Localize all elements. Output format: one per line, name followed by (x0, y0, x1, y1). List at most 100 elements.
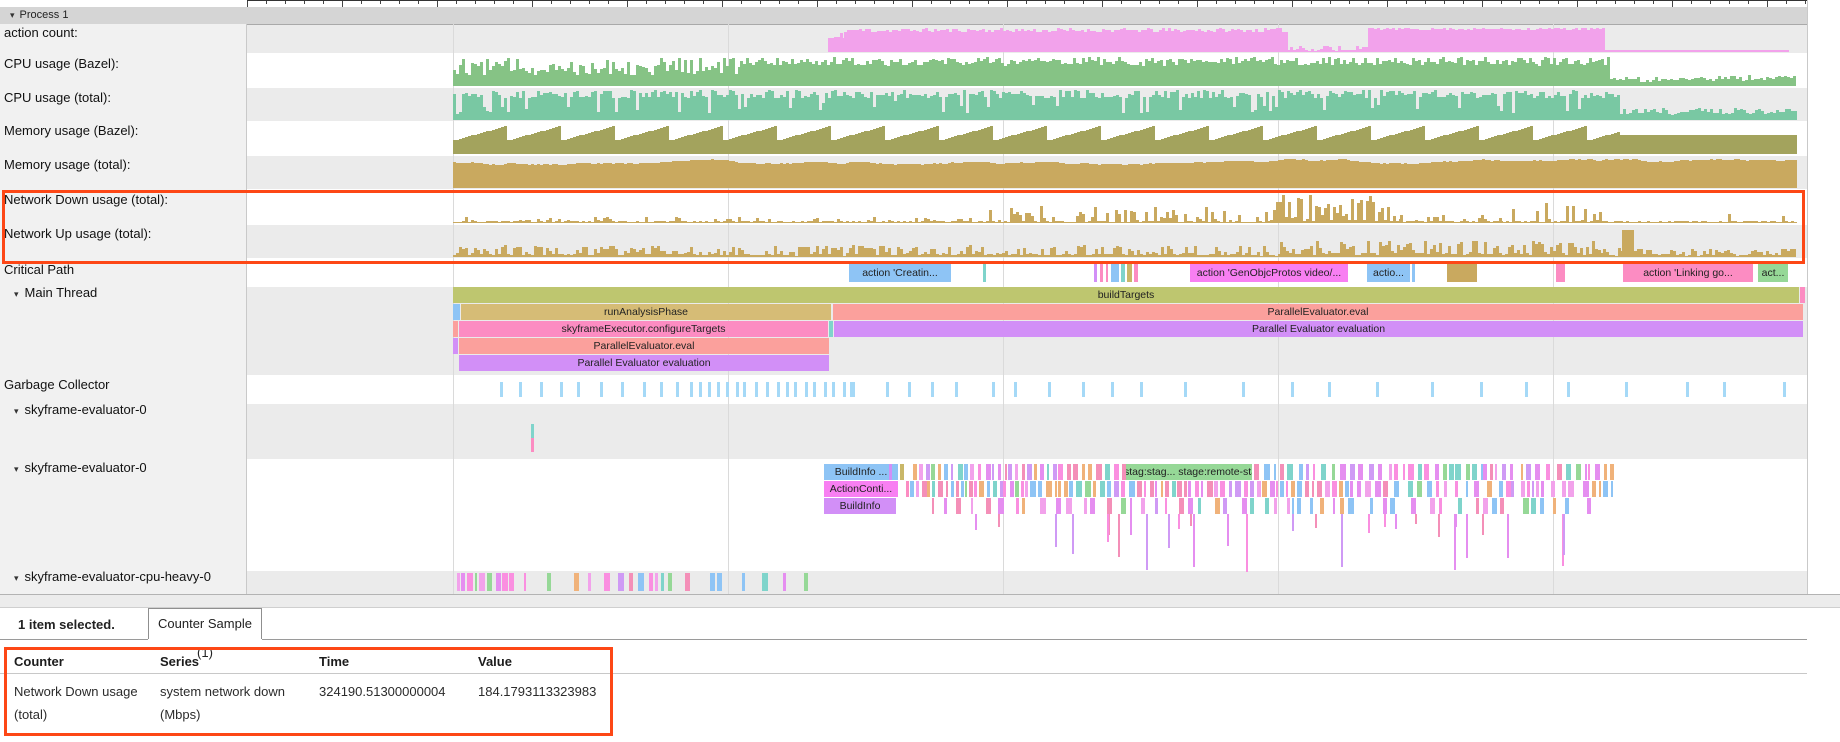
trace-slice[interactable] (1034, 464, 1037, 480)
trace-slice[interactable] (1246, 514, 1248, 572)
trace-slice[interactable] (1499, 481, 1503, 497)
skyframe-slice[interactable]: BuildInfo (824, 498, 896, 514)
sidebar-track-label[interactable]: action count: (4, 25, 78, 40)
trace-slice[interactable] (974, 481, 977, 497)
critical-path-slice[interactable] (1127, 264, 1132, 282)
trace-slice[interactable] (1265, 498, 1269, 514)
trace-slice[interactable] (1369, 464, 1374, 480)
trace-slice[interactable] (1357, 481, 1361, 497)
trace-slice[interactable] (1588, 464, 1590, 480)
trace-slice[interactable] (1523, 498, 1529, 514)
trace-slice[interactable] (1287, 498, 1290, 514)
critical-path-slice[interactable] (1134, 264, 1138, 282)
trace-slice[interactable] (1348, 498, 1354, 514)
trace-slice[interactable] (1313, 464, 1315, 480)
gc-event-tick[interactable] (726, 382, 729, 397)
trace-slice[interactable] (998, 514, 1000, 527)
gc-event-tick[interactable] (1328, 382, 1331, 397)
trace-slice[interactable] (1466, 481, 1468, 497)
trace-slice[interactable] (1146, 514, 1148, 570)
trace-slice[interactable] (1424, 464, 1429, 480)
gc-event-tick[interactable] (843, 382, 846, 397)
trace-slice[interactable] (1022, 498, 1025, 514)
trace-slice[interactable] (1535, 464, 1540, 480)
trace-slice[interactable] (1227, 514, 1229, 546)
column-header-counter[interactable]: Counter (14, 654, 64, 669)
trace-slice[interactable] (1507, 514, 1509, 558)
trace-slice[interactable] (1005, 464, 1007, 480)
trace-slice[interactable] (951, 481, 954, 497)
gc-event-tick[interactable] (886, 382, 889, 397)
trace-slice[interactable] (1325, 481, 1330, 497)
gc-event-tick[interactable] (794, 382, 797, 397)
trace-slice[interactable] (509, 573, 514, 591)
gc-event-tick[interactable] (805, 382, 808, 397)
trace-slice[interactable] (1299, 464, 1303, 480)
trace-slice[interactable] (1370, 498, 1373, 514)
sidebar-track-label[interactable]: CPU usage (Bazel): (4, 56, 119, 71)
counter-sample-bar[interactable] (1794, 135, 1797, 154)
trace-slice[interactable] (1474, 481, 1479, 497)
trace-slice[interactable] (1383, 498, 1387, 514)
trace-slice[interactable] (1015, 464, 1018, 480)
gc-event-tick[interactable] (717, 382, 720, 397)
trace-slice[interactable] (986, 498, 991, 514)
gc-event-tick[interactable] (1291, 382, 1294, 397)
main-thread-slice[interactable] (453, 321, 458, 337)
trace-slice[interactable] (971, 498, 973, 514)
trace-slice[interactable] (1047, 464, 1049, 480)
trace-slice[interactable] (1155, 481, 1157, 497)
trace-slice[interactable] (467, 573, 473, 591)
main-thread-slice[interactable] (829, 321, 833, 337)
trace-slice[interactable] (1030, 481, 1036, 497)
trace-slice[interactable] (618, 573, 624, 591)
gc-event-tick[interactable] (621, 382, 624, 397)
trace-slice[interactable] (1408, 464, 1414, 480)
sidebar-track-label[interactable]: Network Down usage (total): (4, 192, 168, 207)
trace-slice[interactable] (742, 573, 745, 591)
trace-slice[interactable] (1389, 464, 1392, 480)
trace-slice[interactable] (1262, 481, 1267, 497)
trace-slice[interactable] (1021, 481, 1024, 497)
gc-event-tick[interactable] (832, 382, 835, 397)
trace-slice[interactable] (461, 573, 465, 591)
trace-slice[interactable] (975, 514, 977, 530)
trace-slice[interactable] (1096, 464, 1102, 480)
trace-slice[interactable] (1417, 481, 1422, 497)
gc-event-tick[interactable] (500, 382, 503, 397)
trace-slice[interactable] (1455, 464, 1461, 480)
counter-sample-bar[interactable] (1793, 249, 1796, 257)
trace-slice[interactable] (1025, 481, 1028, 497)
gc-event-tick[interactable] (813, 382, 816, 397)
gc-event-tick[interactable] (519, 382, 522, 397)
trace-slice[interactable] (487, 573, 492, 591)
trace-slice[interactable] (1118, 514, 1120, 557)
trace-slice[interactable] (1082, 464, 1085, 480)
trace-slice[interactable] (1121, 481, 1125, 497)
sidebar-track-label[interactable]: Memory usage (total): (4, 157, 130, 172)
skyframe-slice[interactable] (889, 464, 892, 480)
gc-event-tick[interactable] (1111, 382, 1114, 397)
trace-slice[interactable] (1286, 481, 1288, 497)
trace-slice[interactable] (1430, 498, 1435, 514)
trace-slice[interactable] (1604, 464, 1607, 480)
gc-event-tick[interactable] (1686, 382, 1689, 397)
trace-slice[interactable] (1137, 481, 1142, 497)
trace-slice[interactable] (1073, 464, 1078, 480)
trace-slice[interactable] (1350, 464, 1355, 480)
counter-sample-bar[interactable] (1566, 206, 1569, 223)
trace-slice[interactable] (1280, 464, 1284, 480)
trace-slice[interactable] (1415, 514, 1417, 524)
trace-slice[interactable] (1510, 464, 1513, 480)
gc-event-tick[interactable] (1480, 382, 1483, 397)
sidebar-track-label[interactable]: ▾skyframe-evaluator-cpu-heavy-0 (4, 569, 211, 584)
trace-slice[interactable] (1390, 498, 1395, 514)
collapse-arrow-icon[interactable]: ▾ (14, 406, 19, 417)
trace-slice[interactable] (1184, 481, 1187, 497)
trace-slice[interactable] (1193, 514, 1195, 567)
trace-slice[interactable] (1058, 481, 1061, 497)
trace-slice[interactable] (762, 573, 768, 591)
column-header-value[interactable]: Value (478, 654, 512, 669)
trace-slice[interactable] (574, 573, 579, 591)
gc-event-tick[interactable] (1723, 382, 1726, 397)
